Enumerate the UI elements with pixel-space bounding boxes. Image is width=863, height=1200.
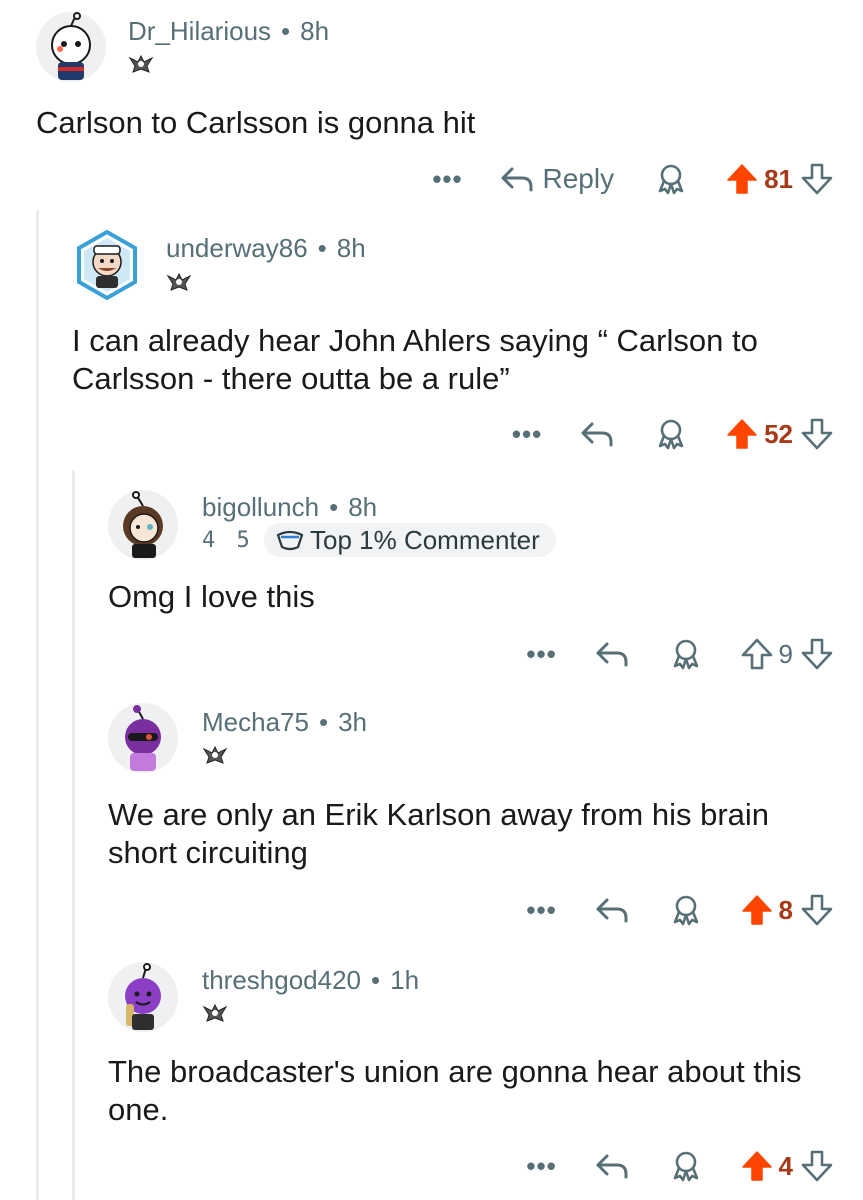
award-icon bbox=[673, 1151, 698, 1182]
badge-label: Top 1% Commenter bbox=[310, 524, 540, 555]
timestamp: 3h bbox=[338, 707, 367, 737]
reply-label: Reply bbox=[542, 163, 615, 194]
vote-score: 52 bbox=[764, 418, 793, 449]
ducks-logo-icon bbox=[166, 272, 192, 291]
vote-score: 8 bbox=[778, 894, 793, 925]
username[interactable]: threshgod420 bbox=[202, 965, 361, 995]
award-icon bbox=[673, 895, 698, 926]
vote-controls: 81 bbox=[726, 163, 833, 195]
timestamp: 8h bbox=[300, 16, 330, 46]
reply-arrow-icon bbox=[581, 422, 613, 447]
award-button[interactable] bbox=[669, 1149, 703, 1183]
avatar[interactable] bbox=[72, 230, 142, 300]
username[interactable]: underway86 bbox=[166, 233, 308, 263]
commenter-badge-icon bbox=[276, 530, 304, 551]
downvote-arrow-icon[interactable] bbox=[801, 418, 833, 450]
reply-button[interactable] bbox=[595, 896, 629, 924]
separator-dot: • bbox=[317, 233, 327, 263]
reply-arrow-icon bbox=[501, 167, 533, 192]
more-dots-icon[interactable]: ••• bbox=[517, 1151, 567, 1182]
downvote-arrow-icon[interactable] bbox=[801, 638, 833, 670]
reply-button[interactable] bbox=[580, 420, 614, 448]
upvote-arrow-icon[interactable] bbox=[741, 894, 773, 926]
reply-arrow-icon bbox=[596, 898, 628, 923]
ducks-logo-icon bbox=[202, 1003, 228, 1022]
timestamp: 8h bbox=[336, 233, 366, 263]
vote-score: 81 bbox=[764, 163, 793, 194]
upvote-arrow-icon[interactable] bbox=[741, 638, 773, 670]
thread-line-level-1[interactable] bbox=[36, 210, 39, 1200]
comment-actions: ••• 4 bbox=[517, 1146, 833, 1186]
award-icon bbox=[658, 164, 684, 195]
more-dots-icon[interactable]: ••• bbox=[502, 419, 552, 450]
separator-dot: • bbox=[318, 707, 329, 737]
reply-button[interactable] bbox=[595, 1152, 629, 1180]
avatar[interactable] bbox=[108, 490, 178, 560]
upvote-arrow-icon[interactable] bbox=[726, 418, 758, 450]
comment-text: Omg I love this bbox=[108, 579, 315, 614]
reply-button[interactable]: Reply bbox=[500, 163, 614, 195]
separator-dot: • bbox=[371, 965, 381, 995]
vote-controls: 52 bbox=[726, 418, 833, 450]
avatar[interactable] bbox=[108, 962, 178, 1032]
reply-arrow-icon bbox=[596, 642, 628, 667]
comment-actions: ••• 9 bbox=[517, 634, 833, 674]
vote-score: 4 bbox=[778, 1150, 793, 1181]
username[interactable]: Dr_Hilarious bbox=[128, 16, 271, 46]
thread-line-level-2[interactable] bbox=[72, 470, 75, 1200]
separator-dot: • bbox=[281, 16, 291, 46]
timestamp: 8h bbox=[348, 492, 378, 522]
reply-button[interactable] bbox=[595, 640, 629, 668]
reply-arrow-icon bbox=[596, 1154, 628, 1179]
more-dots-icon[interactable]: ••• bbox=[517, 639, 567, 670]
award-button[interactable] bbox=[654, 162, 688, 196]
separator-dot: • bbox=[329, 492, 339, 522]
upvote-arrow-icon[interactable] bbox=[741, 1150, 773, 1182]
more-dots-icon[interactable]: ••• bbox=[517, 895, 567, 926]
downvote-arrow-icon[interactable] bbox=[801, 163, 833, 195]
comment-text: Carlson to Carlsson is gonna hit bbox=[36, 105, 476, 140]
upvote-arrow-icon[interactable] bbox=[726, 163, 758, 195]
comment-text: I can already hear John Ahlers saying “ … bbox=[72, 323, 758, 396]
ducks-logo-icon bbox=[128, 54, 154, 73]
award-button[interactable] bbox=[654, 417, 688, 451]
timestamp: 1h bbox=[390, 965, 420, 995]
award-button[interactable] bbox=[669, 637, 703, 671]
award-button[interactable] bbox=[669, 893, 703, 927]
award-icon bbox=[658, 419, 684, 450]
comment-actions: ••• 8 bbox=[517, 890, 833, 930]
ducks-logo-icon bbox=[202, 745, 228, 764]
downvote-arrow-icon[interactable] bbox=[801, 894, 833, 926]
comment-text: The broadcaster's union are gonna hear a… bbox=[108, 1054, 802, 1127]
comment-text: We are only an Erik Karlson away from hi… bbox=[108, 797, 770, 870]
username-row: threshgod420 • 1h bbox=[202, 965, 419, 996]
user-flair-text: 4 5 bbox=[202, 528, 254, 553]
top-commenter-badge[interactable]: Top 1% Commenter bbox=[264, 523, 556, 557]
vote-controls: 4 bbox=[741, 1150, 833, 1182]
username[interactable]: Mecha75 bbox=[202, 707, 309, 737]
vote-score: 9 bbox=[778, 638, 793, 669]
award-icon bbox=[673, 639, 698, 670]
vote-controls: 9 bbox=[741, 638, 833, 670]
vote-controls: 8 bbox=[741, 894, 833, 926]
username[interactable]: bigollunch bbox=[202, 492, 319, 522]
comment-actions: ••• Reply 81 bbox=[422, 159, 833, 199]
more-dots-icon[interactable]: ••• bbox=[422, 164, 472, 195]
downvote-arrow-icon[interactable] bbox=[801, 1150, 833, 1182]
avatar[interactable] bbox=[108, 703, 178, 773]
username-row: Mecha75 • 3h bbox=[202, 707, 367, 738]
username-row: Dr_Hilarious • 8h bbox=[128, 16, 329, 47]
avatar[interactable] bbox=[36, 12, 106, 82]
comment-actions: ••• 52 bbox=[502, 414, 833, 454]
username-row: bigollunch • 8h bbox=[202, 492, 377, 523]
username-row: underway86 • 8h bbox=[166, 233, 366, 264]
